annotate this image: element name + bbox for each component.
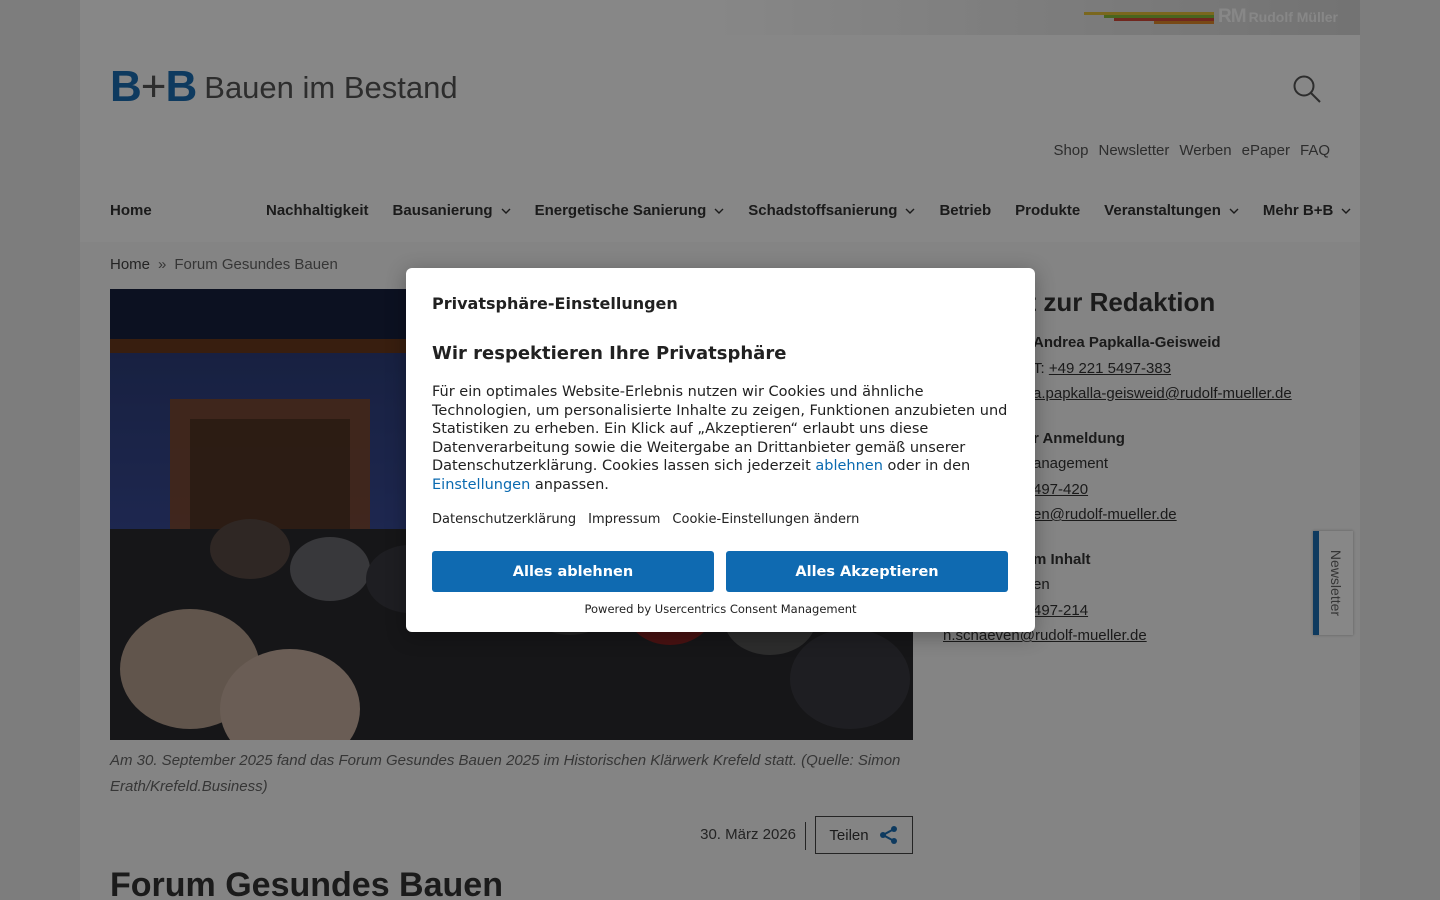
consent-links: Datenschutzerklärung Impressum Cookie-Ei…	[432, 512, 859, 527]
consent-subheading: Wir respektieren Ihre Privatsphäre	[432, 343, 787, 364]
accept-all-button[interactable]: Alles Akzeptieren	[726, 551, 1008, 592]
imprint-link[interactable]: Impressum	[588, 512, 660, 527]
consent-settings-link[interactable]: Einstellungen	[432, 477, 530, 493]
consent-body: Für ein optimales Website-Erlebnis nutze…	[432, 384, 1008, 493]
reject-all-button[interactable]: Alles ablehnen	[432, 551, 714, 592]
privacy-policy-link[interactable]: Datenschutzerklärung	[432, 512, 576, 527]
consent-dialog: Privatsphäre-Einstellungen Wir respektie…	[406, 268, 1035, 632]
consent-heading: Privatsphäre-Einstellungen	[432, 294, 678, 313]
cookie-settings-link[interactable]: Cookie-Einstellungen ändern	[672, 512, 859, 527]
powered-by: Powered by Usercentrics Consent Manageme…	[584, 602, 857, 616]
consent-reject-link[interactable]: ablehnen	[815, 458, 883, 474]
